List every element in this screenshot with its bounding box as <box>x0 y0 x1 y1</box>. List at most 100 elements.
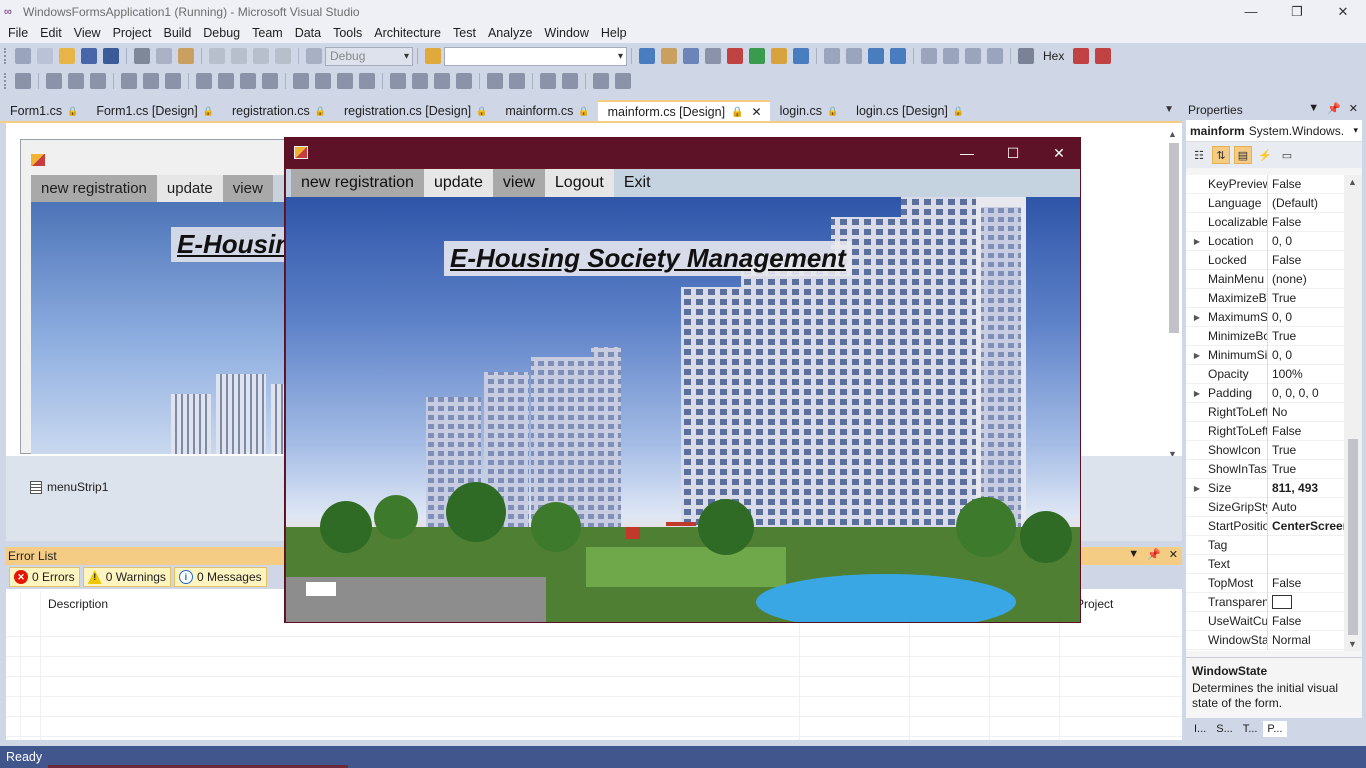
color-swatch[interactable] <box>1272 595 1292 610</box>
property-value[interactable]: (none) <box>1268 272 1344 286</box>
designer-menu-new-registration[interactable]: new registration <box>31 175 157 202</box>
property-value[interactable]: True <box>1268 462 1344 476</box>
show-threads-icon[interactable] <box>1073 48 1090 64</box>
tab-login-cs[interactable]: login.cs 🔒 <box>770 100 847 122</box>
running-form-title-bar[interactable]: — ☐ ✕ <box>285 138 1080 168</box>
save-icon[interactable] <box>81 48 97 64</box>
start-page-icon[interactable] <box>749 48 765 64</box>
copy-icon[interactable] <box>156 48 172 64</box>
property-row[interactable]: Text <box>1186 554 1344 574</box>
running-minimize-button[interactable]: — <box>944 138 990 168</box>
menu-update[interactable]: update <box>423 169 493 197</box>
close-panel-icon[interactable]: ✕ <box>1349 102 1358 115</box>
object-selector[interactable]: mainform System.Windows. <box>1186 120 1362 142</box>
column-description-header[interactable]: Description <box>48 597 108 611</box>
find-combo[interactable] <box>444 46 627 66</box>
property-row[interactable]: WindowStateNormal <box>1186 630 1344 650</box>
expand-chevron-icon[interactable]: ▶ <box>1186 484 1208 493</box>
property-value[interactable]: Auto <box>1268 500 1344 514</box>
lock-controls-icon[interactable] <box>615 73 631 89</box>
expand-chevron-icon[interactable]: ▶ <box>1186 237 1208 246</box>
new-project-icon[interactable] <box>15 48 31 64</box>
find-in-files-icon[interactable] <box>425 48 441 64</box>
menu-edit[interactable]: Edit <box>34 26 68 40</box>
property-value[interactable]: False <box>1268 253 1344 267</box>
open-file-icon[interactable] <box>59 48 75 64</box>
menu-view[interactable]: View <box>68 26 107 40</box>
restore-button[interactable]: ❐ <box>1274 0 1320 23</box>
tab-mainform-design[interactable]: mainform.cs [Design] 🔒 ✕ <box>597 100 770 122</box>
tray-menustrip1[interactable]: menuStrip1 <box>30 480 108 494</box>
properties-view-icon[interactable]: ▤ <box>1234 146 1252 164</box>
tab-form1-design[interactable]: Form1.cs [Design] 🔒 <box>86 100 222 122</box>
align-rights-icon[interactable] <box>90 73 106 89</box>
menu-architecture[interactable]: Architecture <box>368 26 447 40</box>
designer-menu-view[interactable]: view <box>222 175 273 202</box>
remove-vertical-spacing-icon[interactable] <box>456 73 472 89</box>
make-same-width-icon[interactable] <box>196 73 212 89</box>
pin-icon[interactable]: 📌 <box>1147 548 1161 561</box>
tab-tool-2[interactable]: S... <box>1212 721 1237 737</box>
menu-test[interactable]: Test <box>447 26 482 40</box>
property-value[interactable]: True <box>1268 329 1344 343</box>
step-over-icon[interactable] <box>965 48 981 64</box>
designer-menu-update[interactable]: update <box>156 175 223 202</box>
save-all-icon[interactable] <box>103 48 119 64</box>
remove-horizontal-spacing-icon[interactable] <box>359 73 375 89</box>
make-same-size-icon[interactable] <box>240 73 256 89</box>
make-horizontal-spacing-equal-icon[interactable] <box>293 73 309 89</box>
menu-exit[interactable]: Exit <box>614 169 661 197</box>
property-row[interactable]: Language (Default) <box>1186 193 1344 213</box>
toolbar-grip[interactable] <box>4 48 8 64</box>
quick-watch-icon[interactable] <box>1018 48 1034 64</box>
property-value[interactable]: False <box>1268 576 1344 590</box>
property-row[interactable]: Locked False <box>1186 250 1344 270</box>
step-into-icon[interactable] <box>943 48 959 64</box>
running-maximize-button[interactable]: ☐ <box>990 138 1036 168</box>
decrease-horizontal-spacing-icon[interactable] <box>337 73 353 89</box>
column-project-header[interactable]: Project <box>1076 597 1113 611</box>
running-mainform-window[interactable]: — ☐ ✕ new registration update view Logou… <box>284 137 1081 623</box>
size-to-grid-icon[interactable] <box>262 73 278 89</box>
step-out-icon[interactable] <box>987 48 1003 64</box>
scroll-thumb[interactable] <box>1169 143 1179 333</box>
output-window-icon[interactable] <box>793 48 809 64</box>
property-value[interactable]: No <box>1268 405 1344 419</box>
scroll-thumb[interactable] <box>1348 439 1358 635</box>
tab-overflow-dropdown-icon[interactable]: ▼ <box>1164 104 1174 115</box>
running-close-button[interactable]: ✕ <box>1036 138 1080 168</box>
make-same-height-icon[interactable] <box>218 73 234 89</box>
menu-debug[interactable]: Debug <box>197 26 246 40</box>
property-row[interactable]: ▶MaximumSize0, 0 <box>1186 307 1344 327</box>
warnings-filter-button[interactable]: ! 0 Warnings <box>82 567 171 587</box>
tab-form1-cs[interactable]: Form1.cs 🔒 <box>0 100 86 122</box>
solution-configuration-select[interactable]: Debug <box>325 46 413 66</box>
property-grid-scrollbar[interactable]: ▲ ▼ <box>1344 175 1362 651</box>
decrease-vertical-spacing-icon[interactable] <box>434 73 450 89</box>
menu-build[interactable]: Build <box>157 26 197 40</box>
property-row[interactable]: ▶ Padding 0, 0, 0, 0 <box>1186 383 1344 403</box>
align-tops-icon[interactable] <box>121 73 137 89</box>
navigate-backward-icon[interactable] <box>253 48 269 64</box>
alphabetical-icon[interactable]: ⇅ <box>1212 146 1230 164</box>
property-value[interactable]: 0, 0 <box>1268 234 1344 248</box>
align-centers-icon[interactable] <box>68 73 84 89</box>
align-middles-icon[interactable] <box>143 73 159 89</box>
designer-menu-strip[interactable]: new registration update view <box>31 175 321 202</box>
align-to-grid-icon[interactable] <box>15 73 31 89</box>
property-value[interactable]: 0, 0, 0, 0 <box>1268 386 1344 400</box>
menu-logout[interactable]: Logout <box>544 169 614 197</box>
increase-vertical-spacing-icon[interactable] <box>412 73 428 89</box>
property-row[interactable]: UseWaitCursorFalse <box>1186 611 1344 631</box>
designer-vertical-scrollbar[interactable]: ▲ ▼ <box>1165 129 1182 459</box>
start-icon[interactable] <box>306 48 322 64</box>
property-pages-icon[interactable]: ▭ <box>1278 146 1296 164</box>
property-row[interactable]: Tag <box>1186 535 1344 555</box>
window-position-dropdown-icon[interactable]: ▼ <box>1308 102 1319 115</box>
undo-icon[interactable] <box>209 48 225 64</box>
errors-filter-button[interactable]: ✕ 0 Errors <box>9 567 80 587</box>
menu-help[interactable]: Help <box>595 26 633 40</box>
menu-new-registration[interactable]: new registration <box>291 169 424 197</box>
bring-to-front-icon[interactable] <box>540 73 556 89</box>
categorized-icon[interactable]: ☷ <box>1190 146 1208 164</box>
